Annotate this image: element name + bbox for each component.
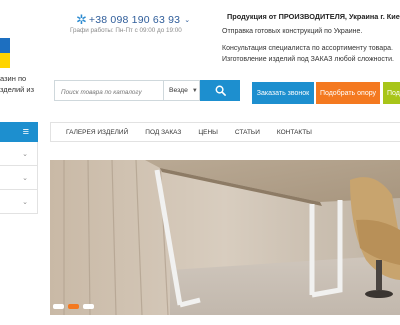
phone-block[interactable]: ✲ +38 098 190 63 93 ⌄ xyxy=(76,13,190,26)
third-action-button[interactable]: Под xyxy=(383,82,400,104)
chevron-down-icon: ⌄ xyxy=(22,150,28,158)
catalog-menu-toggle[interactable]: ≡ xyxy=(0,122,38,142)
main-nav: ГАЛЕРЕЯ ИЗДЕЛИЙ ПОД ЗАКАЗ ЦЕНЫ СТАТЬИ КО… xyxy=(50,122,400,142)
nav-gallery[interactable]: ГАЛЕРЕЯ ИЗДЕЛИЙ xyxy=(66,129,128,136)
pick-support-button[interactable]: Подобрать опору xyxy=(316,82,380,104)
info-shipping: Отправка готовых конструкций по Украине. xyxy=(222,28,363,35)
info-custom-order: Изготовление изделий под ЗАКАЗ любой сло… xyxy=(222,56,394,63)
info-consultation: Консультация специалиста по ассортименту… xyxy=(222,45,393,52)
hamburger-icon: ≡ xyxy=(22,126,29,138)
slider-dot[interactable] xyxy=(53,304,64,309)
slider-dot[interactable] xyxy=(83,304,94,309)
sidebar-item[interactable]: ⌄ xyxy=(0,142,38,166)
search-box xyxy=(54,80,164,102)
slider-dot-active[interactable] xyxy=(68,304,79,309)
nav-prices[interactable]: ЦЕНЫ xyxy=(198,129,218,136)
search-icon xyxy=(215,85,226,96)
chevron-down-icon[interactable]: ⌄ xyxy=(184,16,190,24)
ukraine-flag-icon xyxy=(0,38,10,68)
logo-line-1: азин по xyxy=(0,74,27,83)
phone-number[interactable]: +38 098 190 63 93 xyxy=(89,14,180,26)
logo-text[interactable]: азин по зделий из xyxy=(0,73,34,95)
chevron-down-icon: ⌄ xyxy=(22,198,28,206)
slider-dots xyxy=(53,304,94,309)
nav-contacts[interactable]: КОНТАКТЫ xyxy=(277,129,312,136)
nav-articles[interactable]: СТАТЬИ xyxy=(235,129,260,136)
sidebar-item[interactable]: ⌄ xyxy=(0,190,38,214)
logo-line-2: зделий из xyxy=(0,85,35,94)
search-scope-select[interactable]: Везде ▼ xyxy=(164,80,200,101)
nav-custom-order[interactable]: ПОД ЗАКАЗ xyxy=(145,129,181,136)
chevron-down-icon: ⌄ xyxy=(22,174,28,182)
sidebar-item[interactable]: ⌄ xyxy=(0,166,38,190)
call-request-button[interactable]: Заказать звонок xyxy=(252,82,314,104)
producer-title: Продукция от ПРОИЗВОДИТЕЛЯ, Украина г. К… xyxy=(227,12,400,21)
search-button[interactable] xyxy=(200,80,240,101)
snowflake-icon: ✲ xyxy=(76,12,87,27)
search-input[interactable] xyxy=(55,83,163,102)
work-hours: Графи работы: Пн-Пт с 09:00 до 19:00 xyxy=(70,27,182,34)
search-scope-value: Везде xyxy=(169,87,188,94)
hero-slider-image[interactable] xyxy=(50,160,400,315)
caret-down-icon: ▼ xyxy=(191,87,198,94)
